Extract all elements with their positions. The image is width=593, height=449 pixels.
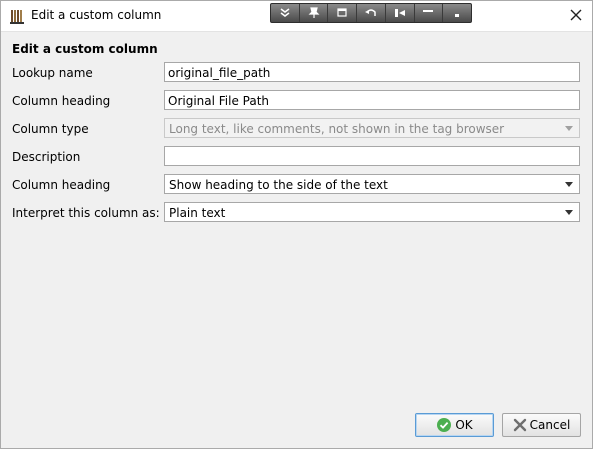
- pin-icon[interactable]: [300, 4, 329, 22]
- interpret-value: Plain text: [169, 206, 226, 220]
- undo-icon[interactable]: [357, 4, 386, 22]
- description-input[interactable]: [164, 146, 580, 166]
- cross-icon: [513, 418, 526, 432]
- sidebar-icon[interactable]: [386, 4, 415, 22]
- column-type-value: Long text, like comments, not shown in t…: [169, 122, 505, 136]
- column-heading-label: Column heading: [12, 94, 111, 108]
- ok-label: OK: [455, 418, 473, 432]
- minimize-icon[interactable]: [415, 4, 444, 22]
- form-heading: Edit a custom column: [12, 42, 158, 56]
- column-type-select: Long text, like comments, not shown in t…: [164, 118, 580, 138]
- ok-button[interactable]: OK: [415, 413, 494, 437]
- window-title: Edit a custom column: [31, 8, 162, 22]
- shrink-icon[interactable]: [443, 4, 471, 22]
- dialog-window: Edit a custom column Edit a custom colum…: [0, 0, 593, 449]
- close-icon[interactable]: [569, 8, 583, 22]
- interpret-label: Interpret this column as:: [12, 206, 160, 220]
- lookup-name-input[interactable]: original_file_path: [164, 62, 580, 82]
- column-type-label: Column type: [12, 122, 89, 136]
- chevron-down-icon: [565, 126, 573, 131]
- overlay-toolbar: [270, 3, 472, 23]
- chevron-down-icon: [565, 210, 573, 215]
- cancel-button[interactable]: Cancel: [502, 413, 581, 437]
- description-label: Description: [12, 150, 81, 164]
- heading-position-value: Show heading to the side of the text: [169, 178, 388, 192]
- dialog-content: Edit a custom column Lookup name origina…: [1, 32, 592, 448]
- check-icon: [437, 418, 452, 432]
- heading-position-select[interactable]: Show heading to the side of the text: [164, 174, 580, 194]
- lookup-name-label: Lookup name: [12, 66, 93, 80]
- interpret-select[interactable]: Plain text: [164, 202, 580, 222]
- title-bar: Edit a custom column: [1, 1, 592, 32]
- heading-position-label: Column heading: [12, 178, 111, 192]
- column-heading-input[interactable]: Original File Path: [164, 90, 580, 110]
- window-icon[interactable]: [328, 4, 358, 22]
- chevron-down-icon: [565, 182, 573, 187]
- minimize-all-icon[interactable]: [271, 4, 300, 22]
- cancel-label: Cancel: [529, 418, 571, 432]
- calibre-books-icon: [10, 9, 24, 24]
